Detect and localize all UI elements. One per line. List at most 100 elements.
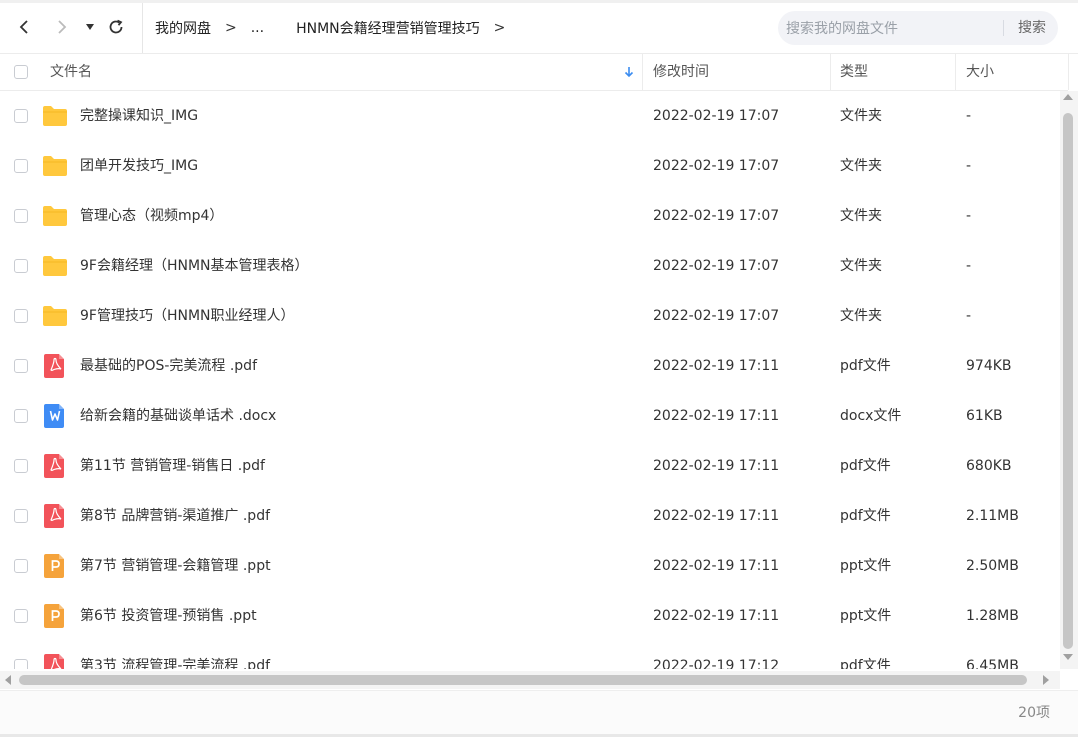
file-size: - (966, 208, 972, 224)
row-checkbox[interactable] (14, 109, 28, 123)
row-checkbox[interactable] (14, 459, 28, 473)
scroll-left-arrow-icon[interactable] (5, 675, 11, 685)
row-checkbox[interactable] (14, 309, 28, 323)
file-type: 文件夹 (840, 108, 882, 124)
column-divider (830, 54, 831, 90)
table-row[interactable]: 第11节 营销管理-销售日 .pdf 2022-02-19 17:11 pdf文件 6… (0, 441, 1060, 491)
row-checkbox[interactable] (14, 159, 28, 173)
column-header-time[interactable]: 修改时间 (653, 54, 709, 90)
modified-time: 2022-02-19 17:11 (653, 608, 780, 624)
folder-icon (42, 154, 68, 178)
table-row[interactable]: 9F管理技巧（HNMN职业经理人） 2022-02-19 17:07 文件夹 - (0, 291, 1060, 341)
breadcrumb-separator: > (225, 20, 237, 36)
scroll-down-arrow-icon[interactable] (1063, 654, 1073, 660)
file-type: pdf文件 (840, 458, 891, 474)
select-all-checkbox[interactable] (14, 65, 28, 79)
table-row[interactable]: 第7节 营销管理-会籍管理 .ppt 2022-02-19 17:11 ppt文件 2… (0, 541, 1060, 591)
column-divider (955, 54, 956, 90)
folder-icon (42, 204, 68, 228)
pdf-icon (42, 654, 68, 669)
modified-time: 2022-02-19 17:11 (653, 558, 780, 574)
file-name[interactable]: 第8节 品牌营销-渠道推广 .pdf (80, 491, 270, 541)
pdf-icon (42, 504, 68, 528)
table-row[interactable]: 最基础的POS-完美流程 .pdf 2022-02-19 17:11 pdf文件 97… (0, 341, 1060, 391)
row-checkbox[interactable] (14, 209, 28, 223)
file-size: 2.50MB (966, 558, 1019, 574)
file-size: 974KB (966, 358, 1012, 374)
refresh-button[interactable] (104, 15, 128, 39)
file-size: - (966, 158, 972, 174)
column-header-type[interactable]: 类型 (840, 54, 868, 90)
table-row[interactable]: 第3节 流程管理-完美流程 .pdf 2022-02-19 17:12 pdf文件 6… (0, 641, 1060, 669)
file-type: 文件夹 (840, 208, 882, 224)
file-name[interactable]: 最基础的POS-完美流程 .pdf (80, 341, 257, 391)
file-size: 61KB (966, 408, 1003, 424)
row-checkbox[interactable] (14, 509, 28, 523)
column-header-name[interactable]: 文件名 (50, 54, 92, 90)
breadcrumb-item-current[interactable]: HNMN会籍经理营销管理技巧 (296, 18, 480, 38)
file-size: 680KB (966, 458, 1012, 474)
row-checkbox[interactable] (14, 359, 28, 373)
modified-time: 2022-02-19 17:11 (653, 508, 780, 524)
file-name[interactable]: 第3节 流程管理-完美流程 .pdf (80, 641, 270, 669)
modified-time: 2022-02-19 17:07 (653, 208, 780, 224)
horizontal-scrollbar-thumb[interactable] (19, 675, 1027, 685)
scroll-up-arrow-icon[interactable] (1063, 94, 1073, 100)
file-type: pdf文件 (840, 658, 891, 669)
file-type: 文件夹 (840, 308, 882, 324)
row-checkbox[interactable] (14, 659, 28, 669)
breadcrumb-separator: > (493, 20, 506, 36)
table-row[interactable]: 第8节 品牌营销-渠道推广 .pdf 2022-02-19 17:11 pdf文件 2… (0, 491, 1060, 541)
toolbar: 我的网盘 > ... HNMN会籍经理营销管理技巧 > 搜索 (0, 3, 1078, 54)
folder-icon (42, 254, 68, 278)
modified-time: 2022-02-19 17:07 (653, 108, 780, 124)
vertical-scrollbar-thumb[interactable] (1063, 113, 1073, 649)
search-divider (1003, 20, 1004, 36)
table-row[interactable]: 管理心态（视频mp4） 2022-02-19 17:07 文件夹 - (0, 191, 1060, 241)
file-type: pdf文件 (840, 508, 891, 524)
file-name[interactable]: 管理心态（视频mp4） (80, 191, 223, 241)
table-row[interactable]: 给新会籍的基础谈单话术 .docx 2022-02-19 17:11 docx文件 6… (0, 391, 1060, 441)
table-row[interactable]: 第6节 投资管理-预销售 .ppt 2022-02-19 17:11 ppt文件 1.… (0, 591, 1060, 641)
file-type: 文件夹 (840, 258, 882, 274)
breadcrumb-item-root[interactable]: 我的网盘 (155, 18, 211, 38)
file-name[interactable]: 团单开发技巧_IMG (80, 141, 198, 191)
pdf-icon (42, 354, 68, 378)
row-checkbox[interactable] (14, 559, 28, 573)
folder-icon (42, 104, 68, 128)
ppt-icon (42, 554, 68, 578)
search-button[interactable]: 搜索 (1008, 11, 1056, 45)
column-divider (1068, 54, 1069, 90)
file-size: - (966, 258, 972, 274)
scroll-right-arrow-icon[interactable] (1043, 675, 1049, 685)
sort-arrow-down-icon[interactable] (622, 65, 636, 79)
file-type: pdf文件 (840, 358, 891, 374)
table-row[interactable]: 9F会籍经理（HNMN基本管理表格） 2022-02-19 17:07 文件夹 - (0, 241, 1060, 291)
file-type: ppt文件 (840, 558, 892, 574)
breadcrumb-item-ellipsis[interactable]: ... (251, 20, 264, 36)
word-icon (42, 404, 68, 428)
file-type: ppt文件 (840, 608, 892, 624)
file-size: 2.11MB (966, 508, 1019, 524)
file-size: - (966, 108, 972, 124)
file-name[interactable]: 给新会籍的基础谈单话术 .docx (80, 391, 276, 441)
search-input[interactable] (784, 11, 998, 47)
folder-icon (42, 304, 68, 328)
file-name[interactable]: 第7节 营销管理-会籍管理 .ppt (80, 541, 271, 591)
forward-button[interactable] (50, 15, 74, 39)
file-name[interactable]: 9F会籍经理（HNMN基本管理表格） (80, 241, 309, 291)
table-row[interactable]: 完整操课知识_IMG 2022-02-19 17:07 文件夹 - (0, 91, 1060, 141)
row-checkbox[interactable] (14, 609, 28, 623)
table-row[interactable]: 团单开发技巧_IMG 2022-02-19 17:07 文件夹 - (0, 141, 1060, 191)
row-checkbox[interactable] (14, 409, 28, 423)
column-divider (642, 54, 643, 90)
file-name[interactable]: 第6节 投资管理-预销售 .ppt (80, 591, 257, 641)
file-name[interactable]: 9F管理技巧（HNMN职业经理人） (80, 291, 295, 341)
history-dropdown-button[interactable] (80, 15, 100, 39)
caret-down-icon (86, 24, 94, 30)
file-name[interactable]: 完整操课知识_IMG (80, 91, 198, 141)
column-header-size[interactable]: 大小 (966, 54, 994, 90)
file-name[interactable]: 第11节 营销管理-销售日 .pdf (80, 441, 265, 491)
back-button[interactable] (12, 15, 36, 39)
row-checkbox[interactable] (14, 259, 28, 273)
